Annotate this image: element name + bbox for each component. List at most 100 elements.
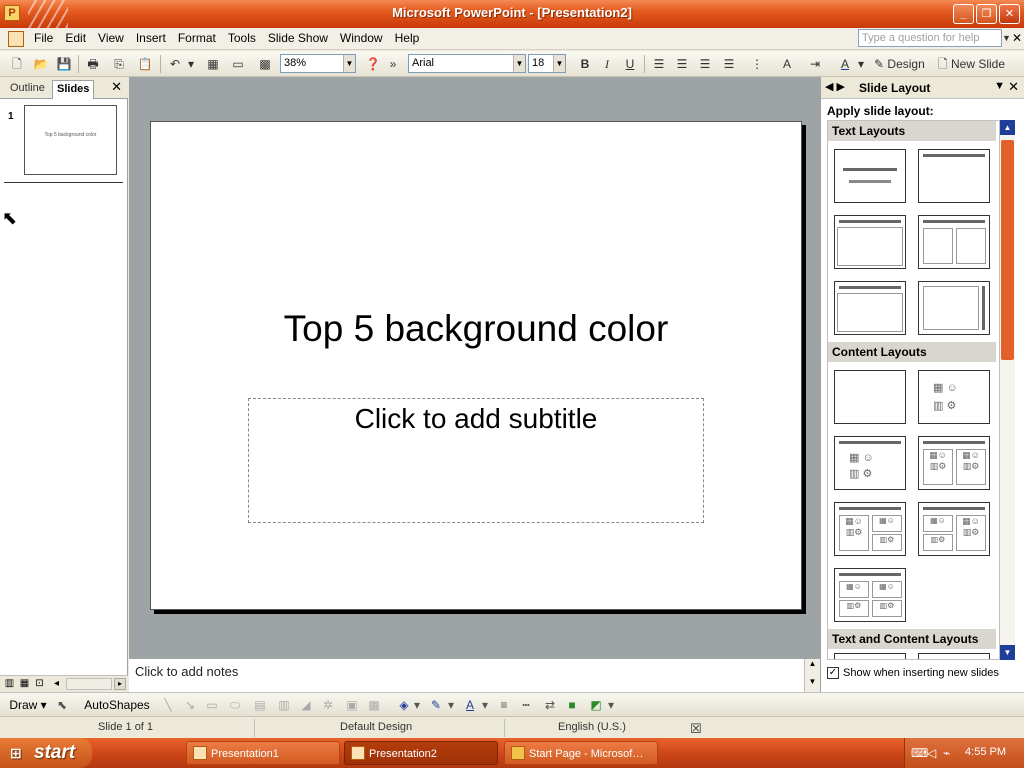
back-icon[interactable]: ◀ ▶	[825, 80, 845, 93]
clipart-icon[interactable]: ▣	[344, 697, 360, 713]
indent-icon[interactable]: ⇥	[806, 55, 824, 73]
task-pane-scrollbar[interactable]: ▲ ▼	[999, 120, 1015, 660]
undo-dropdown-icon[interactable]: ▾	[182, 55, 200, 73]
menu-format[interactable]: Format	[172, 31, 222, 45]
fill-color-icon[interactable]: ◈	[396, 697, 412, 713]
layout-title-slide[interactable]	[834, 149, 906, 203]
grid-icon[interactable]: ▩	[256, 55, 274, 73]
chevron-down-icon[interactable]: ▼	[553, 55, 565, 72]
bullets-icon[interactable]: ⋮	[748, 55, 766, 73]
layout-title-content-two-content[interactable]: ▦☺ ▥⚙ ▦☺ ▥⚙	[834, 502, 906, 556]
copy-icon[interactable]: ⎘	[110, 55, 128, 73]
layout-partial-1[interactable]	[834, 653, 906, 659]
menu-tools[interactable]: Tools	[222, 31, 262, 45]
font-color-icon[interactable]: A	[462, 697, 478, 713]
paste-icon[interactable]: 📋	[136, 55, 154, 73]
chevron-down-icon[interactable]: ▾	[412, 697, 422, 713]
layout-title-only[interactable]	[918, 149, 990, 203]
scrollbar-thumb[interactable]	[1001, 140, 1014, 360]
tab-slides[interactable]: Slides	[52, 80, 95, 99]
shadow-style-icon[interactable]: ■	[564, 697, 580, 713]
rectangle-icon[interactable]: ▭	[204, 697, 220, 713]
scroll-down-icon[interactable]: ▼	[1000, 645, 1015, 660]
insert-table-icon[interactable]: ▭	[229, 55, 247, 73]
layout-title-content[interactable]: ▦ ☺ ▥ ⚙	[834, 436, 906, 490]
network-icon[interactable]: ⌁	[943, 746, 950, 760]
chevron-down-icon[interactable]: ▼	[1002, 29, 1012, 47]
start-button[interactable]: ⊞ start	[0, 738, 92, 768]
checkbox-check-icon[interactable]: ✓	[827, 667, 839, 680]
normal-view-icon[interactable]: ▥	[3, 678, 16, 690]
menu-slide-show[interactable]: Slide Show	[262, 31, 334, 45]
layout-content[interactable]: ▦ ☺ ▥ ⚙	[918, 370, 990, 424]
layout-title-and-text[interactable]	[834, 215, 906, 269]
arrow-style-icon[interactable]: ⇄	[542, 697, 558, 713]
print-icon[interactable]: 🖶	[84, 55, 102, 73]
layout-title-two-content[interactable]: ▦☺ ▥⚙ ▦☺ ▥⚙	[918, 436, 990, 490]
volume-icon[interactable]: ◁	[927, 746, 936, 760]
spelling-status-icon[interactable]: ☒	[690, 721, 702, 737]
slide-canvas[interactable]: Top 5 background color Click to add subt…	[150, 121, 802, 610]
diagram-icon[interactable]: ✲	[320, 697, 336, 713]
draw-menu-button[interactable]: Draw ▾	[8, 697, 48, 713]
chevron-down-icon[interactable]: ▾	[480, 697, 490, 713]
zoom-select[interactable]: 38% ▼	[280, 54, 356, 73]
font-select[interactable]: Arial ▼	[408, 54, 526, 73]
oval-icon[interactable]: ⬭	[226, 697, 244, 713]
close-button[interactable]: ✕	[999, 4, 1020, 24]
slide-sorter-icon[interactable]: ▦	[18, 678, 31, 690]
layout-title-vertical-text[interactable]	[834, 281, 906, 335]
chevron-down-icon[interactable]: ▼	[513, 55, 525, 72]
justify-icon[interactable]: ☰	[720, 55, 738, 73]
layout-blank[interactable]	[834, 370, 906, 424]
chevron-down-icon[interactable]: ▾	[606, 697, 616, 713]
taskbar-item-presentation2[interactable]: Presentation2	[344, 741, 498, 765]
3d-style-icon[interactable]: ◩	[588, 697, 604, 713]
slide-show-icon[interactable]: ⊡	[33, 678, 46, 690]
align-right-icon[interactable]: ☰	[696, 55, 714, 73]
notes-scrollbar[interactable]: ▲ ▼	[804, 659, 820, 692]
chevron-down-icon[interactable]: ▾	[446, 697, 456, 713]
dash-style-icon[interactable]: ┅	[518, 697, 534, 713]
subtitle-placeholder[interactable]: Click to add subtitle	[248, 398, 704, 523]
line-color-icon[interactable]: ✎	[428, 697, 444, 713]
align-left-icon[interactable]: ☰	[650, 55, 668, 73]
design-button[interactable]: ✎ Design	[874, 55, 934, 73]
chevron-down-icon[interactable]: ▼	[994, 80, 1005, 92]
clock[interactable]: 4:55 PM	[965, 746, 1006, 758]
restore-button[interactable]: ❐	[976, 4, 997, 24]
autoshapes-menu-button[interactable]: AutoShapes ▾	[80, 697, 154, 728]
vertical-textbox-icon[interactable]: ▥	[276, 697, 292, 713]
layout-title-two-column-text[interactable]	[918, 215, 990, 269]
horizontal-scrollbar[interactable]	[66, 678, 112, 690]
document-icon[interactable]	[8, 31, 24, 47]
select-objects-icon[interactable]: ⬉	[54, 697, 70, 713]
underline-icon[interactable]: U	[621, 55, 639, 73]
increase-font-icon[interactable]: A	[778, 55, 796, 73]
menu-help[interactable]: Help	[389, 31, 426, 45]
layout-title-two-content-content[interactable]: ▦☺ ▥⚙ ▦☺ ▥⚙	[918, 502, 990, 556]
ask-question-input[interactable]: Type a question for help	[858, 29, 1002, 47]
taskbar-item-presentation1[interactable]: Presentation1	[186, 741, 340, 765]
scroll-left-icon[interactable]: ◂	[50, 678, 63, 690]
notes-pane[interactable]: Click to add notes ▲ ▼	[129, 657, 820, 692]
new-icon[interactable]: 🗋	[8, 55, 26, 73]
bold-icon[interactable]: B	[576, 55, 594, 73]
layout-title-four-content[interactable]: ▦☺ ▦☺ ▥⚙ ▥⚙	[834, 568, 906, 622]
tab-outline[interactable]: Outline	[6, 80, 49, 99]
keyboard-icon[interactable]: ⌨	[911, 746, 928, 760]
close-task-pane-button[interactable]: ✕	[1008, 79, 1019, 95]
scroll-right-icon[interactable]: ▸	[114, 678, 126, 690]
chevron-down-icon[interactable]: ▾	[852, 55, 870, 73]
show-when-inserting-checkbox[interactable]: ✓ Show when inserting new slides	[827, 667, 999, 680]
font-size-select[interactable]: 18 ▼	[528, 54, 566, 73]
scroll-up-icon[interactable]: ▲	[1000, 120, 1015, 135]
insert-chart-icon[interactable]: ▦	[204, 55, 222, 73]
line-style-icon[interactable]: ≡	[496, 697, 512, 713]
menu-insert[interactable]: Insert	[130, 31, 172, 45]
close-pane-button[interactable]: ✕	[111, 79, 122, 95]
open-icon[interactable]: 📂	[32, 55, 50, 73]
new-slide-button[interactable]: 🗋 New Slide	[938, 55, 1022, 73]
layout-vertical-title-text[interactable]	[918, 281, 990, 335]
wordart-icon[interactable]: ◢	[298, 697, 314, 713]
